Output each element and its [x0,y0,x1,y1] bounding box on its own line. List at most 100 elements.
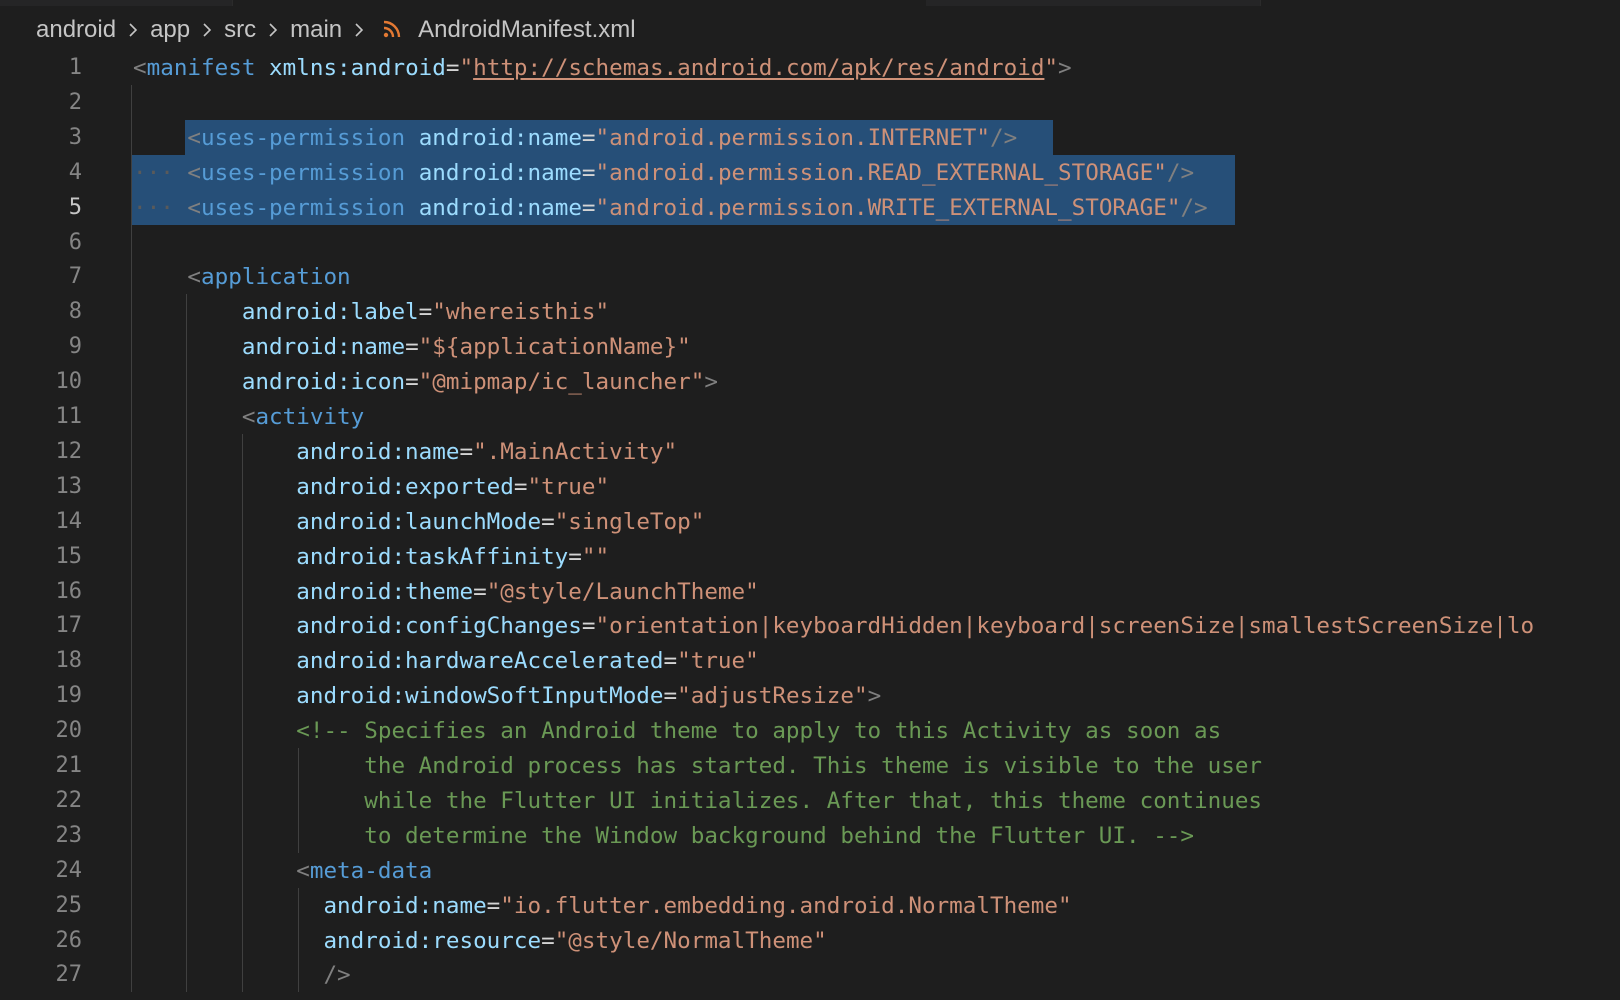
line-number: 1 [68,55,82,80]
code-line[interactable]: 18 android:hardwareAccelerated="true" [0,643,1620,679]
code-token: = [459,438,474,465]
code-token: "android.permission.READ_EXTERNAL_STORAG… [595,159,1167,186]
code-line[interactable]: 26 android:resource="@style/NormalTheme" [0,923,1620,959]
line-number: 23 [55,822,83,848]
line-number: 25 [55,892,83,918]
code-line[interactable]: 7 <application [0,259,1620,295]
tab-strip [0,0,1620,6]
code-token: < [187,264,202,291]
code-text: android:hardwareAccelerated="true" [133,643,759,679]
code-token: "" [581,543,610,570]
code-line[interactable]: 6 [0,225,1620,261]
code-token: activity [255,404,365,430]
editor-tab[interactable] [926,0,1261,6]
code-token: = [581,159,596,186]
code-line[interactable]: 9 android:name="${applicationName}" [0,329,1620,365]
code-token: < [187,124,202,151]
code-line[interactable]: 15 android:taskAffinity="" [0,539,1620,575]
line-number: 16 [55,578,83,604]
code-token: "singleTop" [554,508,705,535]
code-line[interactable]: 21 the Android process has started. This… [0,748,1620,784]
line-number: 17 [55,613,83,639]
breadcrumb-item-app[interactable]: app [148,16,192,44]
code-line[interactable]: 16 android:theme="@style/LaunchTheme" [0,574,1620,610]
line-number: 18 [55,648,83,674]
code-token: ".MainActivity" [473,438,678,465]
code-token: /> [323,962,351,989]
code-line[interactable]: 20 <!-- Specifies an Android theme to ap… [0,713,1620,749]
line-number: 5 [68,194,82,220]
code-line[interactable]: 8 android:label="whereisthis" [0,294,1620,330]
code-token: android:name [418,159,582,186]
code-line[interactable]: 17 android:configChanges="orientation|ke… [0,608,1620,644]
code-token: "@mipmap/ic_launcher" [418,369,705,396]
code-line[interactable]: 10 android:icon="@mipmap/ic_launcher"> [0,364,1620,400]
code-token: "whereisthis" [432,299,610,326]
code-line[interactable]: 25 android:name="io.flutter.embedding.an… [0,888,1620,924]
code-text: android:icon="@mipmap/ic_launcher"> [133,364,718,400]
breadcrumb: android app src main AndroidManifest.xml [34,10,638,50]
chevron-right-icon [200,23,214,37]
code-token: "true" [527,473,610,500]
code-line[interactable]: 27 /> [0,957,1620,993]
editor-tab[interactable] [0,0,233,6]
line-number: 9 [68,334,82,360]
code-line[interactable]: 13 android:exported="true" [0,469,1620,505]
code-text: android:windowSoftInputMode="adjustResiz… [133,678,881,714]
line-number: 22 [55,787,83,813]
code-text: android:name=".MainActivity" [133,434,677,470]
code-token: ··· [133,159,174,186]
code-line[interactable]: 5 ··· <uses-permission android:name="andr… [0,190,1620,226]
breadcrumb-item-file[interactable]: AndroidManifest.xml [416,16,637,44]
code-line[interactable]: 4 ··· <uses-permission android:name="andr… [0,155,1620,191]
code-token: > [1058,55,1072,81]
code-token: < [187,194,202,221]
code-line[interactable]: 2 [0,85,1620,121]
code-token: "adjustResize" [677,683,868,710]
code-line[interactable]: 1 <manifest xmlns:android="http://schemas… [0,50,1620,86]
line-number: 3 [68,124,82,150]
code-token: = [581,613,596,640]
code-editor[interactable]: 1 <manifest xmlns:android="http://schemas… [0,50,1620,1000]
code-token: android:name [296,438,460,465]
breadcrumb-item-android[interactable]: android [34,16,118,44]
code-token: the Android process has started. This th… [364,753,1263,779]
code-token: = [418,299,433,326]
code-text: android:label="whereisthis" [133,294,609,330]
code-line[interactable]: 24 <meta-data [0,853,1620,889]
code-line[interactable]: 12 android:name=".MainActivity" [0,434,1620,470]
code-token: < [133,55,147,81]
code-line[interactable]: 14 android:launchMode="singleTop" [0,504,1620,540]
breadcrumb-item-src[interactable]: src [222,16,258,44]
line-number: 11 [55,404,83,429]
breadcrumb-item-main[interactable]: main [288,16,344,44]
code-line[interactable]: 22 while the Flutter UI initializes. Aft… [0,783,1620,819]
code-token: manifest [146,55,256,81]
code-line[interactable]: 19 android:windowSoftInputMode="adjustRe… [0,678,1620,714]
code-token: " [1044,55,1059,81]
code-text: <application [133,259,350,295]
code-token: "@style/NormalTheme" [554,927,827,954]
code-token: android:launchMode [296,508,542,535]
code-text: android:exported="true" [133,469,609,505]
line-number: 10 [55,369,83,395]
code-line[interactable]: 23 to determine the Window background be… [0,818,1620,854]
code-token: android:resource [323,927,542,954]
line-number: 8 [68,299,82,325]
code-line[interactable]: 11 <activity [0,399,1620,435]
code-line[interactable]: 3 <uses-permission android:name="android… [0,120,1620,156]
code-text: <!-- Specifies an Android theme to apply… [133,713,1221,749]
code-text: android:configChanges="orientation|keybo… [133,608,1534,644]
line-number: 27 [55,962,83,988]
code-token: /> [1166,159,1195,186]
code-token[interactable]: http://schemas.android.com/apk/res/andro… [473,55,1044,81]
